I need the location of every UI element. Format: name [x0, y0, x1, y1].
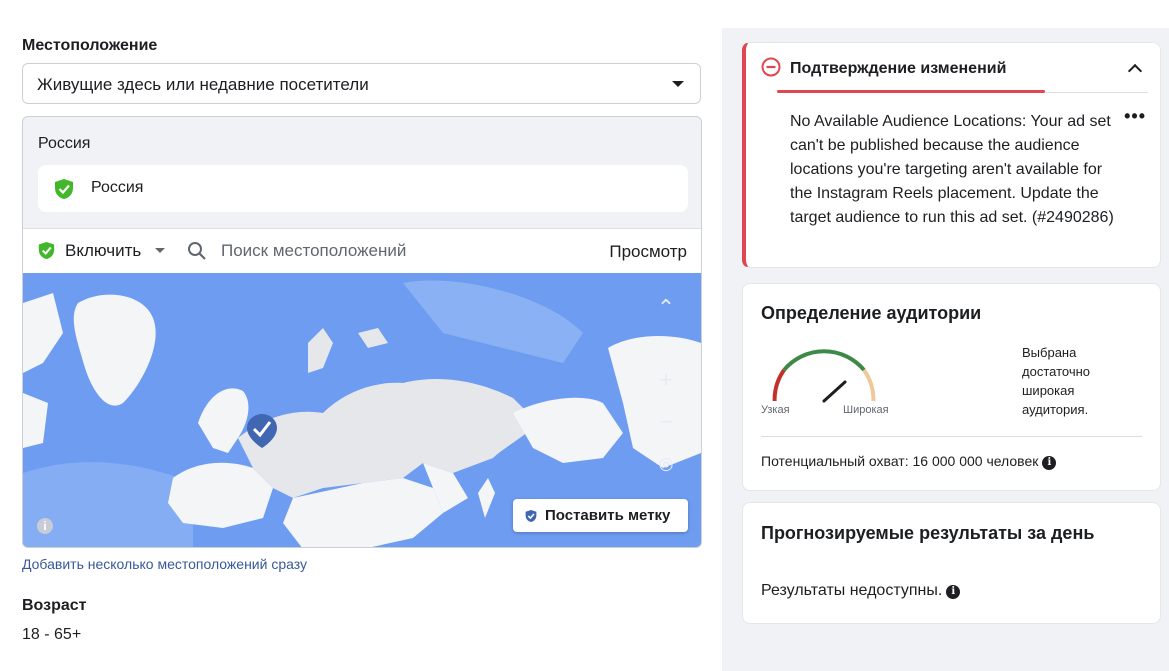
- location-search-input[interactable]: Поиск местоположений: [221, 241, 406, 261]
- daily-forecast-card: Прогнозируемые результаты за день Резуль…: [742, 502, 1161, 624]
- age-section-label: Возраст: [22, 597, 87, 614]
- error-icon: [761, 57, 781, 82]
- gauge-narrow-label: Узкая: [761, 404, 790, 416]
- more-options-icon[interactable]: •••: [1124, 107, 1146, 125]
- location-section-label: Местоположение: [22, 37, 158, 54]
- info-icon[interactable]: i: [946, 585, 961, 599]
- location-selector: Россия Россия Включить Поиск местоположе…: [22, 116, 702, 548]
- location-type-dropdown[interactable]: Живущие здесь или недавние посетители: [22, 63, 701, 104]
- chevron-down-icon: [672, 81, 684, 87]
- location-map[interactable]: ⌃ + − ◎ Поставить метку i: [23, 273, 701, 547]
- divider: [761, 436, 1142, 437]
- include-shield-icon: [38, 241, 55, 265]
- potential-reach-text: Потенциальный охват: 16 000 000 человек: [761, 453, 1039, 469]
- divider: [1045, 92, 1148, 93]
- map-info-icon[interactable]: i: [37, 518, 53, 534]
- put-mark-label: Поставить метку: [545, 507, 671, 524]
- zoom-in-icon[interactable]: +: [649, 363, 683, 397]
- gauge-wide-label: Широкая: [843, 404, 889, 416]
- forecast-card-title: Прогнозируемые результаты за день: [761, 523, 1095, 543]
- location-search-toolbar: Включить Поиск местоположений Просмотр: [23, 228, 701, 274]
- audience-definition-card: Определение аудитории Узкая Широкая Выбр…: [742, 283, 1161, 491]
- audience-gauge-icon: [772, 349, 876, 404]
- forecast-results: Результаты недоступны. i: [761, 582, 961, 600]
- error-card-title: Подтверждение изменений: [790, 60, 1007, 77]
- potential-reach: Потенциальный охват: 16 000 000 человек i: [761, 453, 1057, 470]
- preview-button[interactable]: Просмотр: [609, 242, 687, 262]
- error-message: No Available Audience Locations: Your ad…: [790, 113, 1114, 226]
- error-card: Подтверждение изменений No Available Aud…: [742, 42, 1161, 268]
- error-tab-underline: [777, 90, 1045, 93]
- include-dropdown[interactable]: Включить: [65, 241, 141, 261]
- right-panel: Подтверждение изменений No Available Aud…: [722, 28, 1169, 671]
- forecast-results-text: Результаты недоступны.: [761, 582, 943, 599]
- search-icon: [187, 241, 207, 266]
- map-chevron-up-icon[interactable]: ⌃: [649, 291, 683, 325]
- info-icon[interactable]: i: [1042, 456, 1057, 470]
- age-value[interactable]: 18 - 65+: [22, 626, 81, 644]
- zoom-out-icon[interactable]: −: [649, 405, 683, 439]
- put-mark-button[interactable]: Поставить метку: [513, 499, 688, 532]
- location-type-value: Живущие здесь или недавние посетители: [37, 75, 369, 94]
- caret-down-icon[interactable]: [155, 248, 165, 253]
- collapse-chevron-icon[interactable]: [1127, 63, 1143, 79]
- add-multiple-locations-link[interactable]: Добавить несколько местоположений сразу: [22, 556, 307, 572]
- audience-card-title: Определение аудитории: [761, 303, 982, 323]
- selected-location-label: Россия: [91, 179, 144, 196]
- shield-check-icon: [54, 178, 74, 205]
- audience-description: Выбрана достаточно широкая аудитория.: [1022, 345, 1091, 417]
- locate-icon[interactable]: ◎: [649, 447, 683, 481]
- left-panel: Местоположение Живущие здесь или недавни…: [0, 0, 722, 671]
- selected-location-chip[interactable]: Россия: [38, 165, 688, 212]
- country-group-title: Россия: [38, 135, 91, 152]
